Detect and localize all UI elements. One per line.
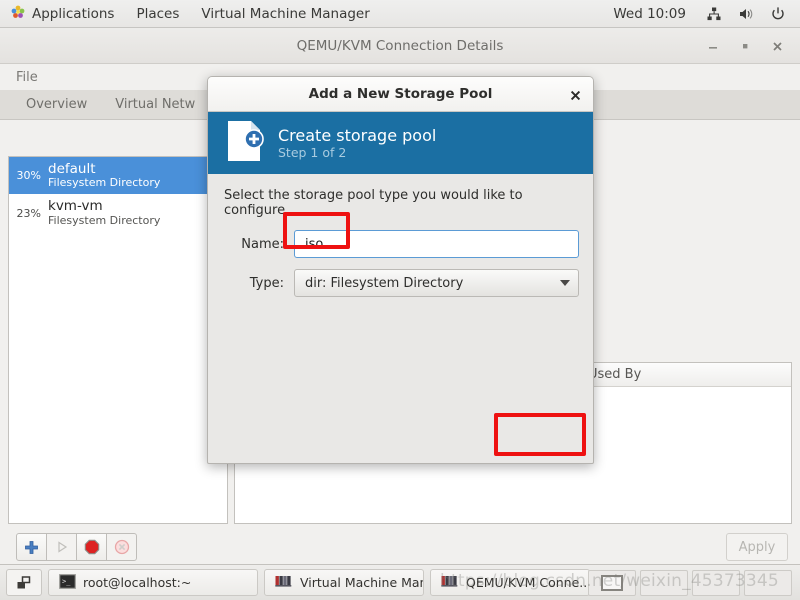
new-document-icon — [226, 119, 264, 167]
name-field-label: Name: — [241, 236, 284, 252]
type-field-row: Type: dir: Filesystem Directory — [222, 269, 579, 297]
start-pool-button — [46, 533, 77, 561]
gnome-top-panel: Applications Places Virtual Machine Mana… — [0, 0, 800, 28]
taskbar-item-label: root@localhost:~ — [83, 575, 192, 590]
add-storage-pool-dialog: Add a New Storage Pool Create storage po… — [207, 76, 594, 464]
dialog-titlebar: Add a New Storage Pool — [208, 77, 593, 112]
minimize-button[interactable] — [698, 32, 728, 60]
dialog-title: Add a New Storage Pool — [308, 86, 493, 102]
name-input[interactable]: iso — [294, 230, 579, 258]
pool-name: kvm-vm — [48, 198, 103, 215]
network-icon[interactable] — [698, 6, 730, 22]
pool-type: Filesystem Directory — [48, 176, 161, 190]
applications-menu-label: Applications — [32, 5, 115, 22]
taskbar-item-label: Virtual Machine Man... — [300, 575, 423, 590]
workspace-2[interactable] — [640, 570, 688, 596]
taskbar-item-terminal[interactable]: >_ root@localhost:~ — [48, 569, 258, 596]
volume-icon[interactable] — [730, 6, 762, 22]
tab-virtual-networks[interactable]: Virtual Netw — [101, 92, 209, 119]
vmm-icon — [441, 574, 459, 591]
banner-heading: Create storage pool — [278, 125, 437, 145]
maximize-button[interactable] — [730, 32, 760, 60]
window-controls — [698, 28, 792, 64]
clock[interactable]: Wed 10:09 — [601, 6, 698, 22]
vmm-icon — [275, 574, 293, 591]
pool-type: Filesystem Directory — [48, 213, 161, 227]
dialog-description: Select the storage pool type you would l… — [224, 188, 523, 218]
list-item[interactable]: 23% kvm-vm Filesystem Directory — [9, 194, 227, 231]
terminal-icon: >_ — [59, 573, 76, 592]
workspace-3[interactable] — [692, 570, 740, 596]
active-app-label: Virtual Machine Manager — [201, 5, 370, 22]
chevron-down-icon — [560, 280, 570, 286]
workspace-1[interactable] — [588, 570, 636, 596]
apply-button: Apply — [726, 533, 788, 561]
pool-toolbar — [16, 533, 137, 561]
active-app-menu[interactable]: Virtual Machine Manager — [190, 0, 380, 28]
type-field-label: Type: — [249, 275, 284, 291]
desktop-screen: Applications Places Virtual Machine Mana… — [0, 0, 800, 600]
tab-overview[interactable]: Overview — [12, 92, 101, 119]
pool-usage-percent: 30% — [16, 169, 41, 183]
power-icon[interactable] — [762, 6, 794, 22]
storage-pool-list[interactable]: 30% default Filesystem Directory 23% kvm… — [8, 156, 228, 524]
dialog-banner: Create storage pool Step 1 of 2 — [208, 112, 593, 174]
taskbar-item-vmm[interactable]: Virtual Machine Man... — [264, 569, 424, 596]
close-button[interactable] — [762, 32, 792, 60]
workspace-switcher — [588, 570, 792, 596]
stop-pool-button[interactable] — [76, 533, 107, 561]
pool-name: default — [48, 161, 96, 177]
delete-pool-button — [106, 533, 137, 561]
workspace-4[interactable] — [744, 570, 792, 596]
top-panel-status-area: Wed 10:09 — [601, 0, 794, 28]
taskbar-item-label: QEMU/KVM Conne... — [466, 575, 590, 590]
add-pool-button[interactable] — [16, 533, 47, 561]
dialog-body: Select the storage pool type you would l… — [208, 174, 593, 463]
gnome-applications-icon — [11, 5, 25, 23]
workspace-active-indicator — [601, 575, 623, 591]
places-menu[interactable]: Places — [125, 0, 190, 28]
pool-usage-percent: 23% — [16, 206, 41, 220]
taskbar-item-connection-details[interactable]: QEMU/KVM Conne... — [430, 569, 590, 596]
banner-step: Step 1 of 2 — [278, 145, 347, 161]
type-dropdown-value: dir: Filesystem Directory — [305, 275, 464, 291]
type-dropdown[interactable]: dir: Filesystem Directory — [294, 269, 579, 297]
show-desktop-icon[interactable] — [6, 569, 42, 596]
menu-file[interactable]: File — [10, 70, 44, 85]
list-item[interactable]: 30% default Filesystem Directory — [9, 157, 227, 195]
dialog-close-icon[interactable] — [565, 85, 585, 105]
places-menu-label: Places — [136, 5, 180, 22]
window-bottom-bar: Apply — [0, 530, 800, 564]
svg-text:>_: >_ — [62, 577, 71, 585]
name-field-row: Name: iso — [222, 230, 579, 258]
window-titlebar: QEMU/KVM Connection Details — [0, 28, 800, 64]
taskbar: >_ root@localhost:~ Virtual Machine Man.… — [0, 564, 800, 600]
applications-menu[interactable]: Applications — [0, 0, 125, 28]
window-title: QEMU/KVM Connection Details — [296, 37, 504, 54]
